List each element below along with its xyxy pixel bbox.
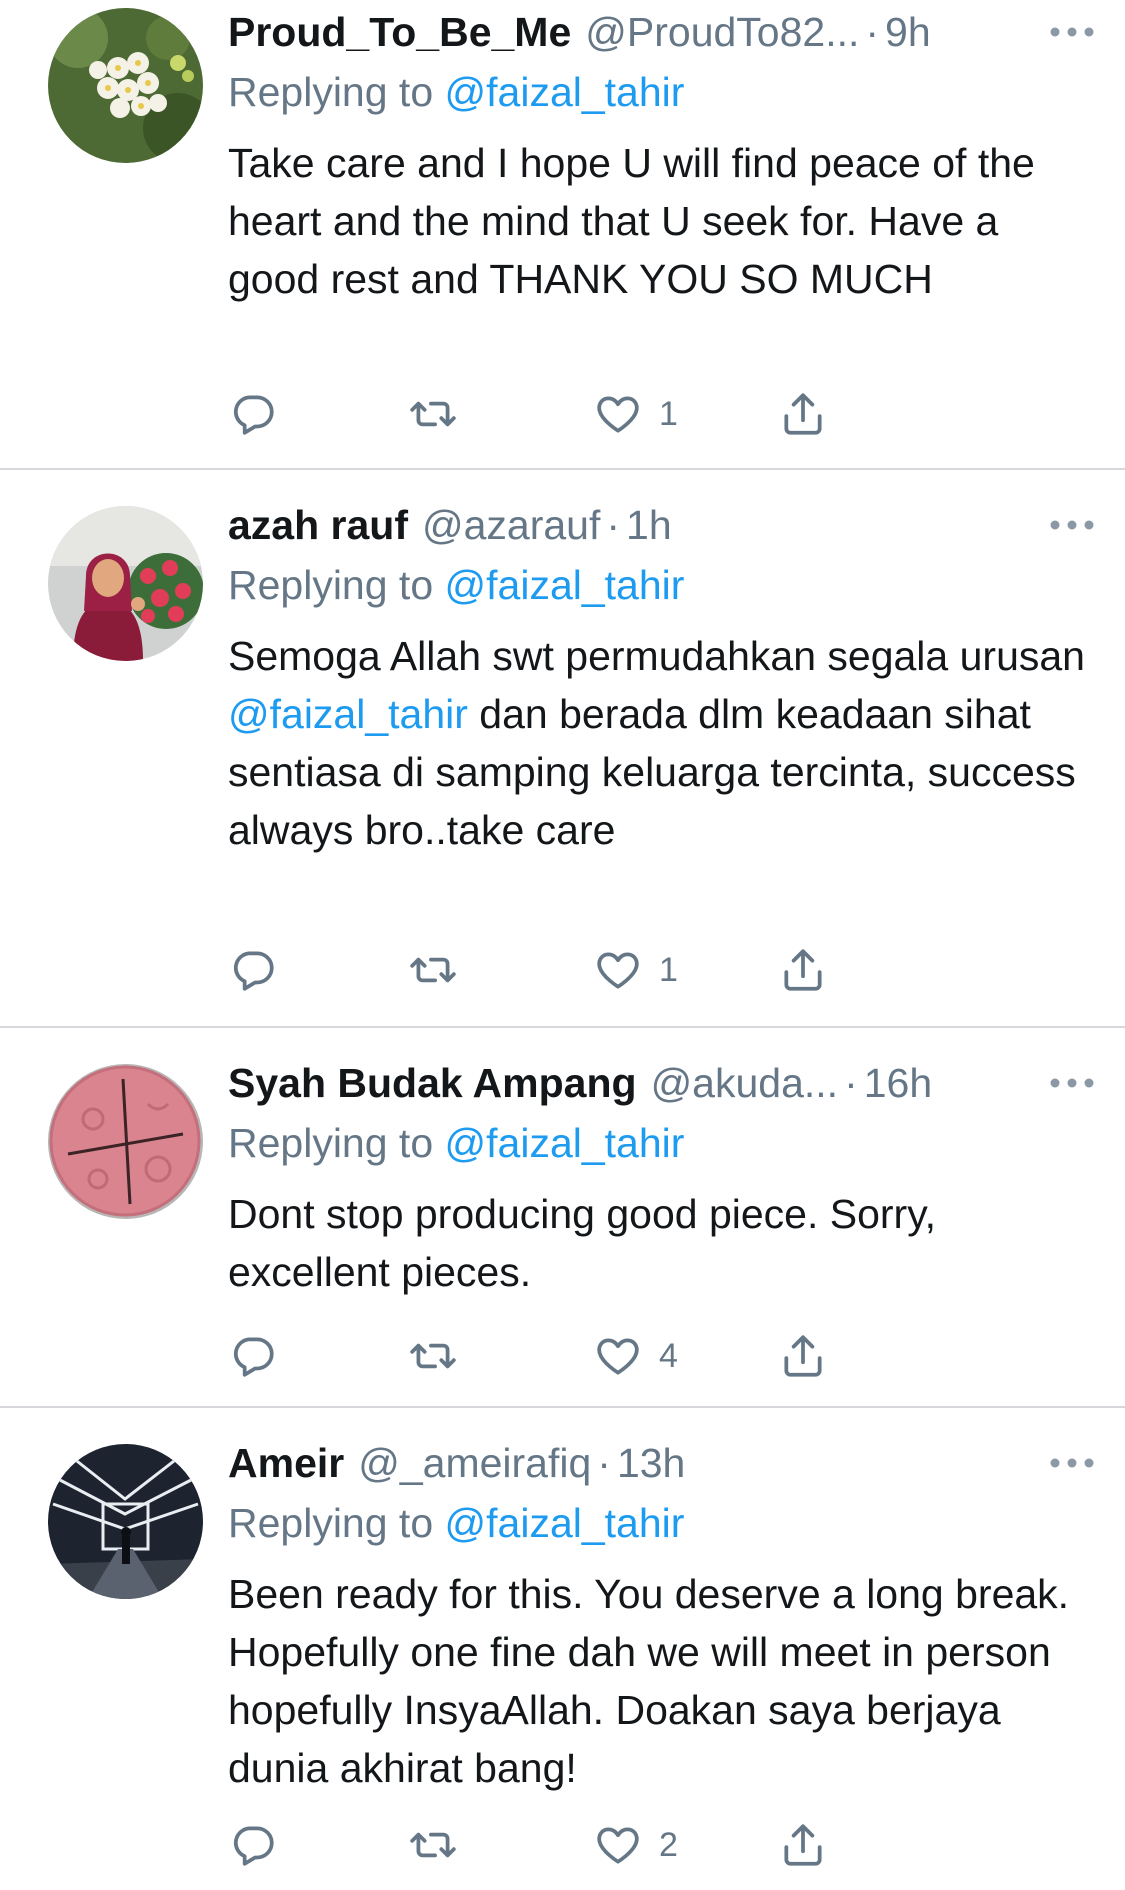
- like-count: 2: [659, 1825, 678, 1864]
- share-icon: [784, 949, 822, 991]
- retweet-icon: [410, 957, 456, 983]
- tweet-text: Take care and I hope U will find peace o…: [228, 134, 1095, 308]
- retweet-button[interactable]: [408, 1815, 458, 1875]
- retweet-button[interactable]: [408, 940, 458, 1000]
- replying-to: Replying to @faizal_tahir: [228, 64, 1095, 120]
- like-count: 1: [659, 950, 678, 989]
- display-name[interactable]: azah rauf: [228, 502, 408, 549]
- tweet-mention[interactable]: @faizal_tahir: [228, 691, 468, 737]
- like-count: 4: [659, 1336, 678, 1375]
- replying-to-link[interactable]: @faizal_tahir: [445, 562, 685, 608]
- reply-feed: Proud_To_Be_Me @ProudTo82... · 9h Replyi…: [0, 0, 1125, 1890]
- more-icon[interactable]: [1035, 4, 1095, 60]
- share-icon: [784, 1335, 822, 1377]
- share-button[interactable]: [778, 940, 828, 1000]
- tweet[interactable]: Ameir @_ameirafiq · 13h Replying to @fai…: [0, 1408, 1125, 1890]
- action-bar: 4: [228, 1326, 968, 1386]
- display-name[interactable]: Proud_To_Be_Me: [228, 9, 571, 56]
- like-count: 1: [659, 394, 678, 433]
- reply-button[interactable]: [228, 940, 278, 1000]
- display-name[interactable]: Ameir: [228, 1440, 344, 1487]
- reply-button[interactable]: [228, 1815, 278, 1875]
- share-icon: [784, 1824, 822, 1866]
- replying-to: Replying to @faizal_tahir: [228, 1495, 1095, 1551]
- replying-prefix: Replying to: [228, 562, 445, 608]
- heart-icon: [597, 1338, 639, 1375]
- display-name[interactable]: Syah Budak Ampang: [228, 1060, 637, 1107]
- like-button[interactable]: 1: [593, 384, 678, 444]
- tweet-header: azah rauf @azarauf · 1h: [228, 497, 1095, 553]
- share-icon: [784, 393, 822, 435]
- retweet-icon: [410, 1343, 456, 1369]
- separator: ·: [606, 501, 621, 548]
- user-handle[interactable]: @akuda...: [651, 1060, 839, 1107]
- tweet-header: Proud_To_Be_Me @ProudTo82... · 9h: [228, 4, 1095, 60]
- share-button[interactable]: [778, 1326, 828, 1386]
- action-bar: 1: [228, 384, 968, 444]
- tweet-text-part: Semoga Allah swt permudahkan segala urus…: [228, 633, 1085, 679]
- tweet-text: Semoga Allah swt permudahkan segala urus…: [228, 627, 1095, 859]
- reply-icon: [233, 395, 274, 435]
- tweet-text: Been ready for this. You deserve a long …: [228, 1565, 1095, 1797]
- timestamp[interactable]: 16h: [864, 1060, 932, 1107]
- retweet-icon: [410, 401, 456, 427]
- avatar[interactable]: [48, 1064, 203, 1219]
- reply-icon: [233, 1826, 274, 1866]
- avatar[interactable]: [48, 1444, 203, 1599]
- user-handle[interactable]: @azarauf: [422, 502, 600, 549]
- replying-to-link[interactable]: @faizal_tahir: [445, 69, 685, 115]
- avatar[interactable]: [48, 506, 203, 661]
- heart-icon: [597, 952, 639, 989]
- tweet[interactable]: azah rauf @azarauf · 1h Replying to @fai…: [0, 470, 1125, 1028]
- heart-icon: [597, 1827, 639, 1864]
- tweet-header: Ameir @_ameirafiq · 13h: [228, 1435, 1095, 1491]
- avatar[interactable]: [48, 8, 203, 163]
- user-handle[interactable]: @ProudTo82...: [585, 9, 859, 56]
- separator: ·: [865, 8, 880, 55]
- retweet-button[interactable]: [408, 384, 458, 444]
- timestamp[interactable]: 9h: [885, 9, 931, 56]
- like-button[interactable]: 1: [593, 940, 678, 1000]
- separator: ·: [844, 1059, 858, 1106]
- separator: ·: [597, 1439, 611, 1486]
- tweet-text: Dont stop producing good piece. Sorry, e…: [228, 1185, 1095, 1301]
- user-handle[interactable]: @_ameirafiq: [358, 1440, 591, 1487]
- retweet-button[interactable]: [408, 1326, 458, 1386]
- action-bar: 1: [228, 940, 968, 1000]
- heart-icon: [597, 396, 639, 433]
- more-icon[interactable]: [1035, 497, 1095, 553]
- tweet-text-part: Been ready for this. You deserve a long …: [228, 1571, 1070, 1791]
- tweet-text-part: Dont stop producing good piece. Sorry, e…: [228, 1191, 937, 1295]
- reply-button[interactable]: [228, 384, 278, 444]
- tweet-text-part: Take care and I hope U will find peace o…: [228, 140, 1035, 302]
- reply-icon: [233, 1337, 274, 1377]
- replying-to: Replying to @faizal_tahir: [228, 557, 1095, 613]
- replying-prefix: Replying to: [228, 69, 445, 115]
- tweet-header: Syah Budak Ampang @akuda... · 16h: [228, 1055, 1095, 1111]
- replying-to-link[interactable]: @faizal_tahir: [445, 1120, 685, 1166]
- more-icon[interactable]: [1035, 1435, 1095, 1491]
- replying-prefix: Replying to: [228, 1500, 445, 1546]
- retweet-icon: [410, 1832, 456, 1858]
- action-bar: 2: [228, 1815, 968, 1875]
- replying-to: Replying to @faizal_tahir: [228, 1115, 1095, 1171]
- share-button[interactable]: [778, 384, 828, 444]
- reply-icon: [233, 951, 274, 991]
- like-button[interactable]: 2: [593, 1815, 678, 1875]
- tweet[interactable]: Proud_To_Be_Me @ProudTo82... · 9h Replyi…: [0, 0, 1125, 470]
- share-button[interactable]: [778, 1815, 828, 1875]
- tweet[interactable]: Syah Budak Ampang @akuda... · 16h Replyi…: [0, 1028, 1125, 1408]
- replying-prefix: Replying to: [228, 1120, 445, 1166]
- like-button[interactable]: 4: [593, 1326, 678, 1386]
- replying-to-link[interactable]: @faizal_tahir: [445, 1500, 685, 1546]
- reply-button[interactable]: [228, 1326, 278, 1386]
- more-icon[interactable]: [1035, 1055, 1095, 1111]
- timestamp[interactable]: 1h: [626, 502, 672, 549]
- timestamp[interactable]: 13h: [617, 1440, 685, 1487]
